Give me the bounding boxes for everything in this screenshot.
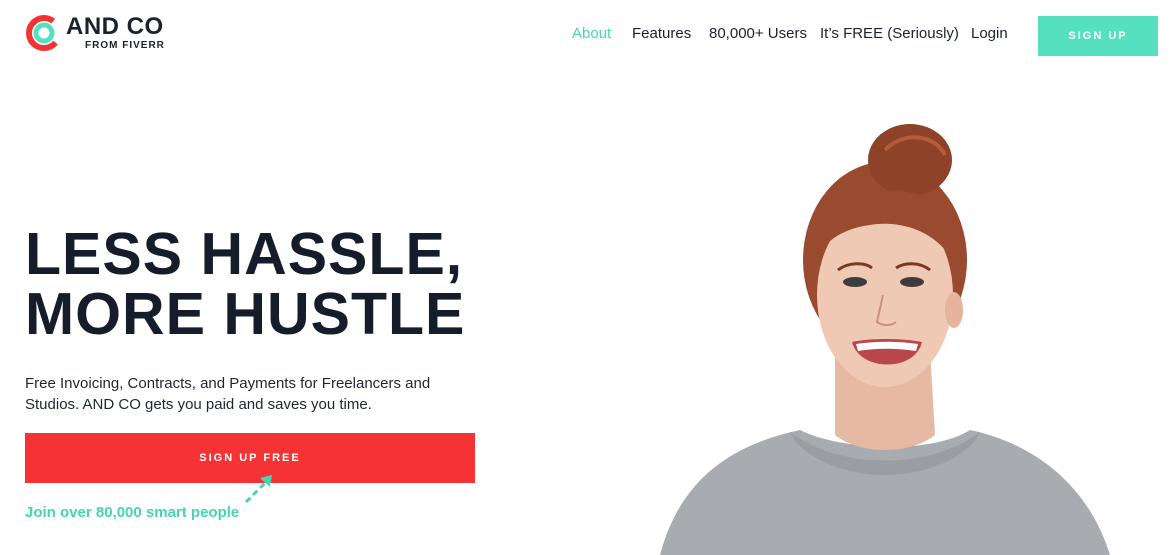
- nav-link-features[interactable]: Features: [632, 25, 691, 42]
- nav-link-free[interactable]: It’s FREE (Seriously): [820, 25, 959, 42]
- brand-logo[interactable]: AND CO FROM FIVERR: [24, 12, 184, 56]
- brand-name: AND CO: [66, 13, 164, 40]
- join-text: Join over 80,000 smart people: [25, 504, 240, 521]
- nav-link-users[interactable]: 80,000+ Users: [709, 25, 807, 42]
- andco-logo-icon: [26, 15, 62, 51]
- hero-title-line-1: LESS HASSLE,: [25, 221, 464, 287]
- signup-button[interactable]: SIGN UP: [1038, 16, 1158, 56]
- nav-link-login[interactable]: Login: [971, 25, 1008, 42]
- nav-link-about[interactable]: About: [572, 25, 611, 42]
- hero-subtitle: Free Invoicing, Contracts, and Payments …: [25, 375, 431, 413]
- brand-subtitle: FROM FIVERR: [85, 40, 165, 51]
- site-header: AND CO FROM FIVERR About Features 80,000…: [0, 0, 1172, 70]
- dashed-arrow-icon: [244, 475, 272, 504]
- hero-title: LESS HASSLE, MORE HUSTLE: [25, 224, 465, 344]
- hero-photo: [660, 124, 1110, 555]
- hero-title-line-2: MORE HUSTLE: [25, 281, 466, 347]
